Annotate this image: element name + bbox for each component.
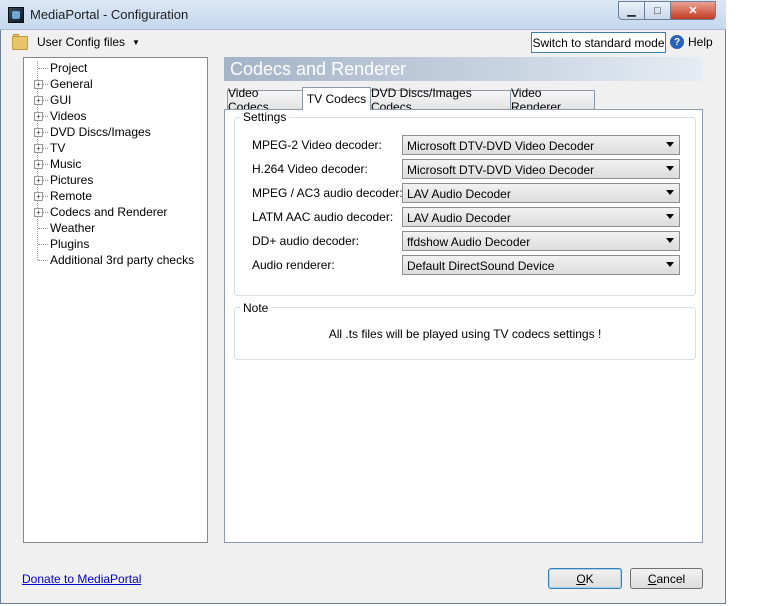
close-button[interactable]: ✕: [670, 1, 716, 20]
expand-icon[interactable]: +: [34, 112, 43, 121]
switch-to-standard-mode-button[interactable]: Switch to standard mode: [531, 32, 666, 53]
decoder-select[interactable]: ffdshow Audio Decoder: [402, 231, 680, 251]
decoder-select-value: LAV Audio Decoder: [407, 211, 511, 225]
tree-item[interactable]: + Music: [24, 157, 207, 173]
tree-item[interactable]: + GUI: [24, 93, 207, 109]
decoder-select[interactable]: LAV Audio Decoder: [402, 183, 680, 203]
tree-item-label: Project: [50, 61, 88, 75]
donate-link[interactable]: Donate to MediaPortal: [22, 572, 141, 586]
tree-item[interactable]: + Pictures: [24, 173, 207, 189]
minimize-button[interactable]: ▁: [618, 1, 645, 20]
cancel-button-label: Cancel: [647, 571, 686, 586]
chevron-down-icon[interactable]: ▼: [132, 38, 140, 47]
chevron-down-icon[interactable]: [666, 190, 674, 195]
tree-item[interactable]: + TV: [24, 141, 207, 157]
tree-item[interactable]: + Remote: [24, 189, 207, 205]
decoder-select-value: ffdshow Audio Decoder: [407, 235, 531, 249]
mediaportal-app-icon: [8, 7, 24, 23]
decoder-select[interactable]: LAV Audio Decoder: [402, 207, 680, 227]
field-label: LATM AAC audio decoder:: [252, 210, 394, 224]
tree-item[interactable]: + Codecs and Renderer: [24, 205, 207, 221]
expand-icon[interactable]: +: [34, 208, 43, 217]
tree-item[interactable]: Weather: [24, 221, 207, 237]
field-label: DD+ audio decoder:: [252, 234, 360, 248]
maximize-icon: □: [654, 4, 661, 17]
tree-item[interactable]: + General: [24, 77, 207, 93]
expand-icon[interactable]: +: [34, 128, 43, 137]
chevron-down-icon[interactable]: [666, 166, 674, 171]
tree-item[interactable]: Plugins: [24, 237, 207, 253]
help-button[interactable]: Help: [688, 35, 713, 49]
expand-icon[interactable]: +: [34, 80, 43, 89]
help-icon[interactable]: ?: [670, 35, 684, 49]
window-title: MediaPortal - Configuration: [30, 7, 189, 22]
field-label: MPEG-2 Video decoder:: [252, 138, 382, 152]
tab-video-codecs[interactable]: Video Codecs: [227, 86, 303, 114]
decoder-select-value: Default DirectSound Device: [407, 259, 555, 273]
tab-dvd-discs-images-codecs[interactable]: DVD Discs/Images Codecs: [370, 86, 511, 114]
tree-item-label: Videos: [50, 109, 87, 123]
section-title: Codecs and Renderer: [230, 59, 407, 79]
expand-icon[interactable]: +: [34, 144, 43, 153]
decoder-select[interactable]: Microsoft DTV-DVD Video Decoder: [402, 159, 680, 179]
tree-item-label: General: [50, 77, 93, 91]
tree-item[interactable]: Project: [24, 61, 207, 77]
tree-item-label: Plugins: [50, 237, 90, 251]
note-legend: Note: [240, 301, 272, 315]
cancel-button[interactable]: Cancel: [630, 568, 703, 589]
tab-video-renderer[interactable]: Video Renderer: [510, 86, 595, 114]
tree-connector: [38, 228, 48, 229]
tab-tv-codecs[interactable]: TV Codecs: [302, 87, 371, 110]
folder-icon[interactable]: [12, 34, 28, 50]
field-label: MPEG / AC3 audio decoder:: [252, 186, 403, 200]
expand-icon[interactable]: +: [34, 96, 43, 105]
tree-item-label: DVD Discs/Images: [50, 125, 151, 139]
settings-legend: Settings: [240, 110, 290, 124]
tree-item-label: Remote: [50, 189, 93, 203]
tree-item[interactable]: Additional 3rd party checks: [24, 253, 207, 269]
chevron-down-icon[interactable]: [666, 238, 674, 243]
chevron-down-icon[interactable]: [666, 142, 674, 147]
tree-item-label: Pictures: [50, 173, 94, 187]
field-label: Audio renderer:: [252, 258, 335, 272]
user-config-files-dropdown[interactable]: User Config files: [37, 35, 125, 49]
decoder-select-value: Microsoft DTV-DVD Video Decoder: [407, 139, 595, 153]
tree-connector: [38, 244, 48, 245]
ok-button[interactable]: OK: [548, 568, 622, 589]
tree-item-label: Music: [50, 157, 82, 171]
tree-item-label: GUI: [50, 93, 72, 107]
maximize-button[interactable]: □: [644, 1, 671, 20]
tree-item-label: Additional 3rd party checks: [50, 253, 195, 267]
ok-button-label: OK: [576, 571, 594, 586]
tree-item-label: Weather: [50, 221, 96, 235]
chevron-down-icon[interactable]: [666, 262, 674, 267]
expand-icon[interactable]: +: [34, 176, 43, 185]
note-text: All .ts files will be played using TV co…: [328, 327, 602, 341]
tree-item[interactable]: + Videos: [24, 109, 207, 125]
expand-icon[interactable]: +: [34, 192, 43, 201]
field-label: H.264 Video decoder:: [252, 162, 368, 176]
decoder-select[interactable]: Default DirectSound Device: [402, 255, 680, 275]
chevron-down-icon[interactable]: [666, 214, 674, 219]
tree-item-label: TV: [50, 141, 66, 155]
tree-item-label: Codecs and Renderer: [50, 205, 168, 219]
close-icon: ✕: [688, 5, 698, 17]
tree-item[interactable]: + DVD Discs/Images: [24, 125, 207, 141]
decoder-select-value: Microsoft DTV-DVD Video Decoder: [407, 163, 595, 177]
tree-connector: [38, 68, 48, 69]
tree-connector: [38, 260, 48, 261]
decoder-select-value: LAV Audio Decoder: [407, 187, 511, 201]
decoder-select[interactable]: Microsoft DTV-DVD Video Decoder: [402, 135, 680, 155]
minimize-icon: ▁: [627, 5, 636, 17]
expand-icon[interactable]: +: [34, 160, 43, 169]
